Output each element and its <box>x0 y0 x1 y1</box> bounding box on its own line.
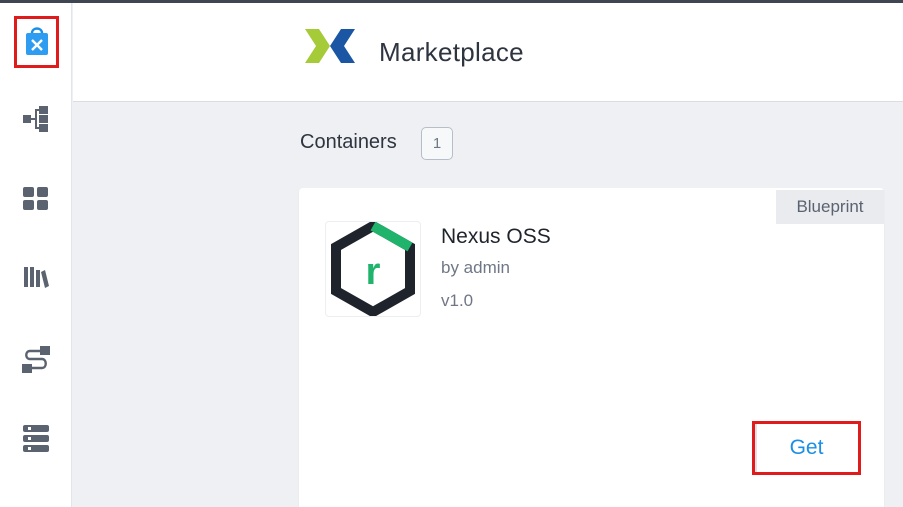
apps-grid-icon <box>22 186 50 217</box>
endpoints-list-icon <box>22 423 50 460</box>
nexus-logo-icon: r <box>325 220 421 318</box>
sidebar-item-endpoints[interactable] <box>14 419 58 463</box>
get-button-label: Get <box>789 436 824 459</box>
get-button[interactable]: Get <box>752 421 861 475</box>
sidebar-item-marketplace[interactable] <box>14 16 59 68</box>
sidebar-item-library[interactable] <box>14 257 58 301</box>
button-divider <box>755 424 757 472</box>
count-badge: 1 <box>421 127 453 160</box>
sidebar <box>0 3 72 507</box>
app-author: by admin <box>441 258 510 277</box>
type-badge: Blueprint <box>776 190 884 224</box>
runbook-path-icon <box>20 344 52 381</box>
marketplace-bag-icon <box>24 23 50 62</box>
nutanix-logo-icon <box>303 25 357 72</box>
sidebar-item-apps[interactable] <box>14 179 58 223</box>
svg-text:r: r <box>366 251 381 293</box>
section-title: Containers <box>300 131 397 153</box>
app-version: v1.0 <box>441 291 474 310</box>
sidebar-item-runbooks[interactable] <box>14 340 58 384</box>
page-title: Marketplace <box>379 37 524 67</box>
blueprint-tree-icon <box>22 105 50 137</box>
header: Marketplace <box>73 3 903 102</box>
sidebar-item-blueprints[interactable] <box>14 99 58 143</box>
app-name: Nexus OSS <box>441 225 551 248</box>
app-root: Marketplace Containers 1 Blueprint r Nex… <box>0 0 903 507</box>
app-card[interactable]: Blueprint r Nexus OSS by admin v1.0 Get <box>299 188 884 507</box>
library-books-icon <box>22 264 50 295</box>
